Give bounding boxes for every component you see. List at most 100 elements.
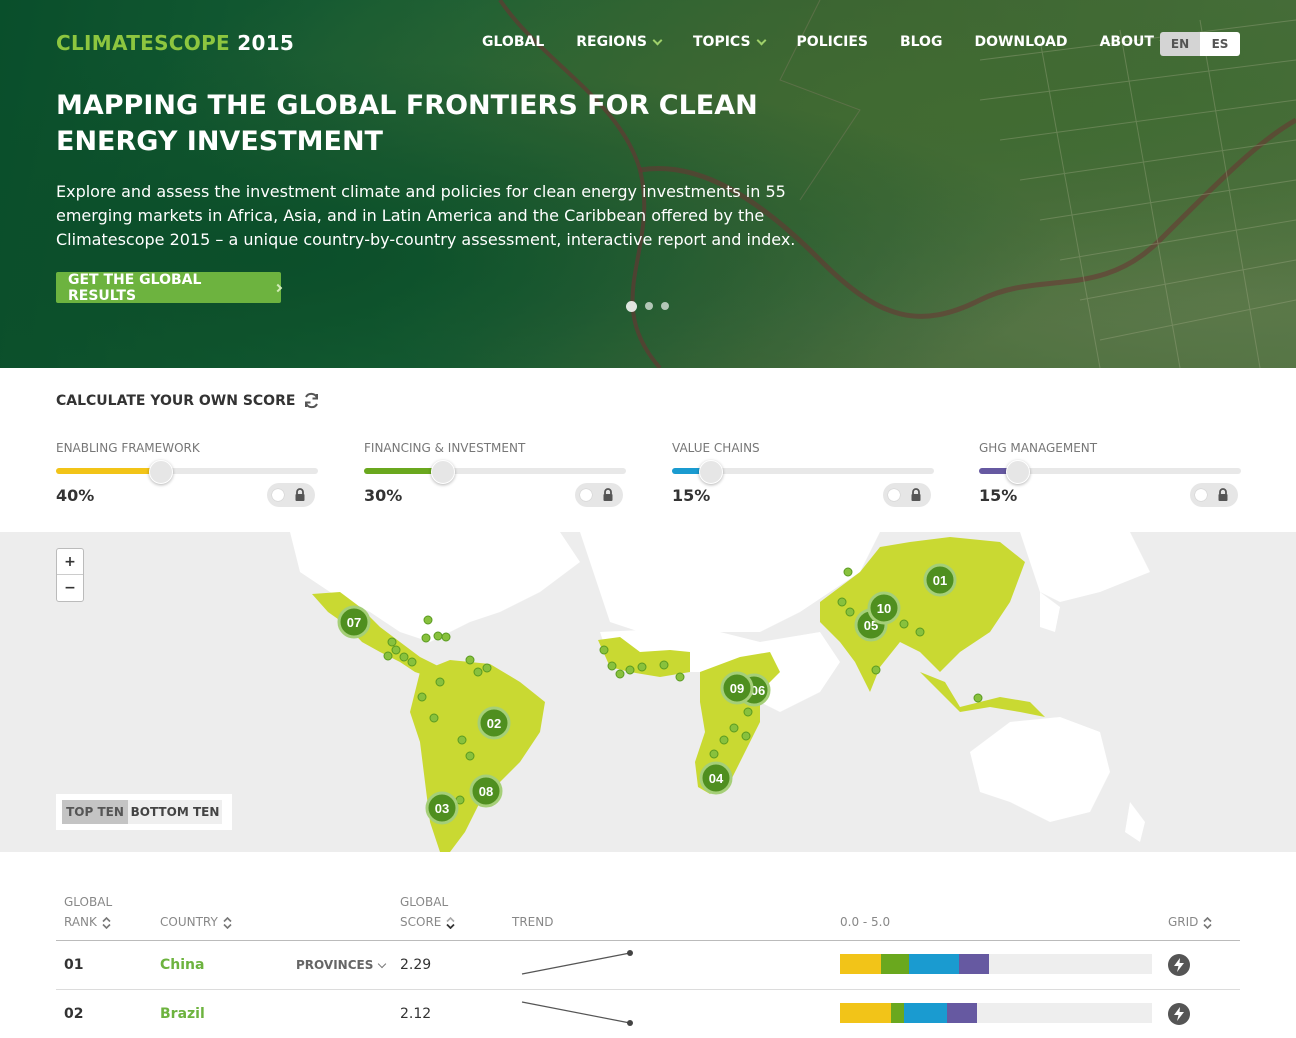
col-global-score[interactable]: GLOBAL SCORE: [400, 892, 456, 932]
row-score: 2.29: [400, 957, 432, 973]
logo-brand: CLIMATESCOPE: [56, 31, 231, 55]
calculator-title: CALCULATE YOUR OWN SCORE: [56, 392, 320, 409]
nav-about[interactable]: ABOUT: [1100, 34, 1170, 50]
row-rank: 02: [64, 1006, 84, 1022]
zoom-out-button[interactable]: −: [57, 575, 83, 601]
carousel-dot-1[interactable]: [626, 300, 637, 312]
slider-handle[interactable]: [148, 460, 173, 484]
nav-blog[interactable]: BLOG: [900, 34, 943, 50]
lock-icon: [295, 488, 305, 501]
trend-sparkline: [521, 950, 633, 975]
col-grid[interactable]: GRID: [1168, 912, 1212, 932]
nav-label: REGIONS: [576, 34, 647, 50]
bar-segment-enabling: [840, 1003, 891, 1023]
top-bottom-toggle: TOP TEN BOTTOM TEN: [56, 794, 232, 830]
slider-handle[interactable]: [1006, 460, 1031, 484]
score-bar: [840, 1003, 1152, 1023]
trend-sparkline: [521, 1001, 633, 1026]
language-switch: EN ES: [1160, 32, 1240, 56]
zoom-in-button[interactable]: +: [57, 549, 83, 575]
main-nav: GLOBAL REGIONS TOPICS POLICIES BLOG DOWN…: [482, 34, 1200, 50]
header-text: GRID: [1168, 915, 1199, 929]
rank-marker-08[interactable]: 08: [469, 774, 503, 808]
nav-topics[interactable]: TOPICS: [693, 34, 766, 50]
svg-text:07: 07: [347, 615, 361, 630]
score-bar: [840, 954, 1152, 974]
slider-track[interactable]: [672, 460, 934, 484]
logo[interactable]: CLIMATESCOPE 2015: [56, 31, 294, 55]
slider-value: 40%: [56, 486, 95, 505]
svg-text:03: 03: [435, 801, 449, 816]
rank-marker-02[interactable]: 02: [477, 706, 511, 740]
lock-toggle[interactable]: [575, 483, 623, 507]
col-country[interactable]: COUNTRY: [160, 912, 232, 932]
bar-segment-value-chains: [904, 1003, 948, 1023]
table-row[interactable]: 01 China PROVINCES 2.29: [56, 941, 1240, 989]
slider-ghg-management: GHG MANAGEMENT 15%: [979, 441, 1241, 507]
slider-enabling-framework: ENABLING FRAMEWORK 40%: [56, 441, 318, 507]
slider-value: 15%: [672, 486, 711, 505]
header-text: GLOBAL: [400, 895, 449, 909]
slider-handle[interactable]: [430, 460, 455, 484]
slider-financing-investment: FINANCING & INVESTMENT 30%: [364, 441, 626, 507]
header-text: SCORE: [400, 915, 442, 929]
world-map[interactable]: 07 02 08 03 06 09 04 05 10 01 + − TOP TE…: [0, 532, 1296, 852]
nav-label: DOWNLOAD: [974, 34, 1068, 50]
hero-title: MAPPING THE GLOBAL FRONTIERS FOR CLEAN E…: [56, 90, 758, 157]
rank-marker-10[interactable]: 10: [867, 591, 901, 625]
lock-toggle[interactable]: [267, 483, 315, 507]
nav-regions[interactable]: REGIONS: [576, 34, 663, 50]
global-results-button[interactable]: GET THE GLOBAL RESULTS: [56, 272, 283, 304]
rank-marker-09[interactable]: 09: [720, 671, 754, 705]
slider-label: GHG MANAGEMENT: [979, 441, 1098, 455]
calculator-title-text: CALCULATE YOUR OWN SCORE: [56, 392, 296, 409]
slider-label: FINANCING & INVESTMENT: [364, 441, 526, 455]
slider-value-chains: VALUE CHAINS 15%: [672, 441, 934, 507]
lang-en-button[interactable]: EN: [1160, 32, 1200, 56]
col-global-rank[interactable]: GLOBAL RANK: [64, 892, 112, 932]
bar-segment-ghg: [959, 954, 990, 974]
table-row[interactable]: 02 Brazil 2.12: [56, 990, 1240, 1038]
slider-track[interactable]: [364, 460, 626, 484]
lock-toggle[interactable]: [883, 483, 931, 507]
toggle-knob: [1195, 489, 1207, 501]
bar-segment-financing: [890, 1003, 905, 1023]
rank-marker-03[interactable]: 03: [425, 791, 459, 825]
slider-track[interactable]: [56, 460, 318, 484]
slider-handle[interactable]: [699, 460, 724, 484]
lock-icon: [1218, 488, 1228, 501]
lock-toggle[interactable]: [1190, 483, 1238, 507]
score-calculator: CALCULATE YOUR OWN SCORE ENABLING FRAMEW…: [0, 368, 1296, 532]
rank-marker-01[interactable]: 01: [923, 563, 957, 597]
grid-bolt-icon[interactable]: [1168, 1003, 1190, 1025]
sort-icon: [1203, 916, 1212, 929]
rank-marker-07[interactable]: 07: [337, 605, 371, 639]
bar-segment-value-chains: [908, 954, 960, 974]
rank-marker-04[interactable]: 04: [699, 761, 733, 795]
provinces-dropdown[interactable]: PROVINCES: [296, 941, 387, 989]
nav-global[interactable]: GLOBAL: [482, 34, 544, 50]
row-country-link[interactable]: China: [160, 941, 204, 989]
slider-track[interactable]: [979, 460, 1241, 484]
grid-bolt-icon[interactable]: [1168, 954, 1190, 976]
lang-es-button[interactable]: ES: [1200, 32, 1240, 56]
nav-policies[interactable]: POLICIES: [797, 34, 868, 50]
col-score-range: 0.0 - 5.0: [840, 915, 891, 929]
bar-segment-ghg: [947, 1003, 978, 1023]
slider-label: VALUE CHAINS: [672, 441, 760, 455]
refresh-icon[interactable]: [303, 392, 320, 409]
svg-text:08: 08: [479, 784, 493, 799]
carousel-dot-3[interactable]: [661, 302, 669, 310]
svg-text:01: 01: [933, 573, 947, 588]
chevron-down-icon: [378, 959, 387, 968]
nav-download[interactable]: DOWNLOAD: [974, 34, 1067, 50]
bottom-ten-button[interactable]: BOTTOM TEN: [128, 800, 222, 824]
carousel-dot-2[interactable]: [645, 302, 653, 310]
provinces-label: PROVINCES: [296, 958, 374, 972]
nav-label: TOPICS: [693, 34, 751, 50]
hero-banner: CLIMATESCOPE 2015 GLOBAL REGIONS TOPICS …: [0, 0, 1296, 368]
top-ten-button[interactable]: TOP TEN: [62, 800, 128, 824]
slider-value: 30%: [364, 486, 403, 505]
row-country-link[interactable]: Brazil: [160, 990, 205, 1038]
toggle-knob: [272, 489, 284, 501]
